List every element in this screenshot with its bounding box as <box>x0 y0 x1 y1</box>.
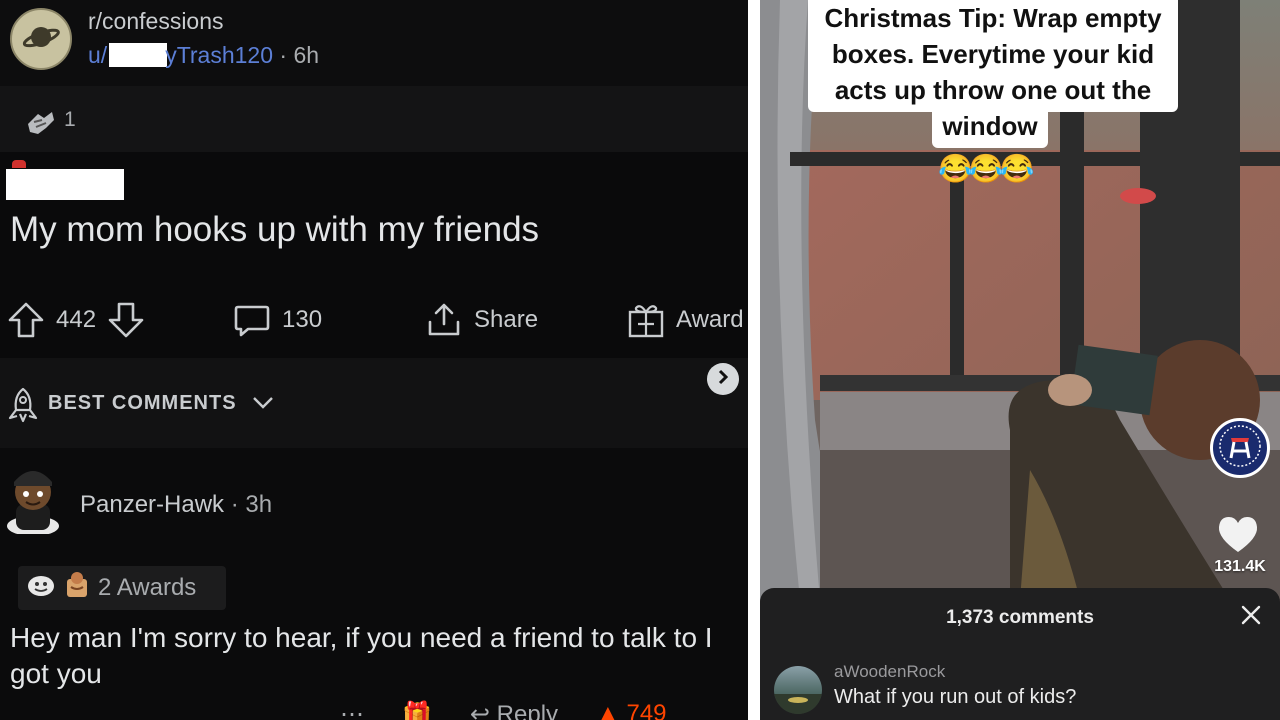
planet-icon <box>21 17 61 62</box>
subreddit-name[interactable]: r/confessions <box>88 8 224 35</box>
award-label: Award <box>676 306 744 333</box>
vote-score: 442 <box>56 306 97 333</box>
comment-author-line: Panzer-Hawk · 3h <box>80 491 272 519</box>
reply-icon: ↩ <box>469 701 490 720</box>
upvote-icon[interactable] <box>6 300 46 340</box>
caption-tail-wrap: window <box>760 108 1220 148</box>
comments-sheet: 1,373 comments aWoodenRock What if you r… <box>760 588 1280 720</box>
post-award-bar <box>0 86 748 152</box>
reddit-post-panel: r/confessions u/yTrash120 · 6h 1 My mom … <box>0 0 748 720</box>
author-name[interactable]: yTrash120 <box>165 42 273 68</box>
panel-divider <box>748 0 760 720</box>
like-count: 131.4K <box>1214 558 1266 575</box>
author-prefix[interactable]: u/ <box>88 42 107 68</box>
comment-vote[interactable]: ▲ 749 <box>596 700 666 720</box>
gift-icon <box>626 300 666 340</box>
post-age: 6h <box>293 42 320 68</box>
award-face-icon <box>26 572 56 605</box>
caption-box: Christmas Tip: Wrap empty boxes. Everyti… <box>808 0 1178 112</box>
creator-badge[interactable] <box>1210 418 1270 478</box>
share-icon <box>424 300 464 340</box>
comments-count: 1,373 comments <box>946 607 1094 628</box>
comment-action-row: ⋯ 🎁 ↩ Reply ▲ 749 <box>340 700 748 720</box>
comment-text: What if you run out of kids? <box>834 686 1077 708</box>
comment-count: 130 <box>282 306 323 333</box>
flair-redaction <box>6 169 124 200</box>
tiktok-video-panel: Christmas Tip: Wrap empty boxes. Everyti… <box>760 0 1280 720</box>
downvote-icon[interactable] <box>106 300 146 340</box>
post-title[interactable]: My mom hooks up with my friends <box>10 210 539 250</box>
award-button[interactable]: Award <box>626 300 748 340</box>
upvote-icon: ▲ <box>596 700 620 720</box>
video-caption: Christmas Tip: Wrap empty boxes. Everyti… <box>824 3 1162 105</box>
comment-gift-icon[interactable]: 🎁 <box>402 700 432 720</box>
laughing-emojis: 😂😂😂 <box>938 153 1035 184</box>
video-caption-tail: window <box>932 108 1048 148</box>
award-count: 1 <box>64 108 76 131</box>
reply-label: Reply <box>496 701 559 720</box>
award-gift-icon <box>64 571 90 606</box>
reply-button[interactable]: ↩ Reply <box>470 700 558 720</box>
more-options-icon[interactable]: ⋯ <box>340 700 364 720</box>
heart-icon[interactable] <box>1216 514 1260 559</box>
next-post-button[interactable] <box>707 363 739 395</box>
sort-label[interactable]: BEST COMMENTS <box>48 392 237 415</box>
comment-age: 3h <box>245 491 273 518</box>
award-icon[interactable] <box>24 108 58 143</box>
redaction-bar <box>109 43 168 67</box>
comments-button[interactable]: 130 <box>232 300 332 340</box>
separator-dot: · <box>230 491 239 518</box>
comment-body: Hey man I'm sorry to hear, if you need a… <box>10 622 713 689</box>
comment-username[interactable]: aWoodenRock <box>834 662 945 682</box>
rocket-icon <box>4 386 42 429</box>
flair-edge <box>12 160 26 168</box>
comment-icon <box>232 300 272 340</box>
subreddit-avatar[interactable] <box>10 8 72 70</box>
comment-awards-pill[interactable]: 2 Awards <box>18 566 226 610</box>
share-button[interactable]: Share <box>424 300 548 340</box>
chevron-right-icon <box>715 369 731 390</box>
barstool-logo-icon <box>1218 424 1262 473</box>
commenter-avatar[interactable] <box>2 462 64 536</box>
share-label: Share <box>474 306 539 333</box>
chevron-down-icon[interactable] <box>252 395 274 416</box>
close-icon[interactable] <box>1240 604 1262 631</box>
vote-control: 442 <box>6 300 146 340</box>
post-author-line: u/yTrash120 · 6h <box>88 42 319 69</box>
comment-author[interactable]: Panzer-Hawk <box>80 491 224 518</box>
separator-dot: · <box>279 42 288 68</box>
awards-label: 2 Awards <box>98 574 197 601</box>
comment-score: 749 <box>626 700 667 720</box>
commenter-avatar[interactable] <box>774 666 822 714</box>
